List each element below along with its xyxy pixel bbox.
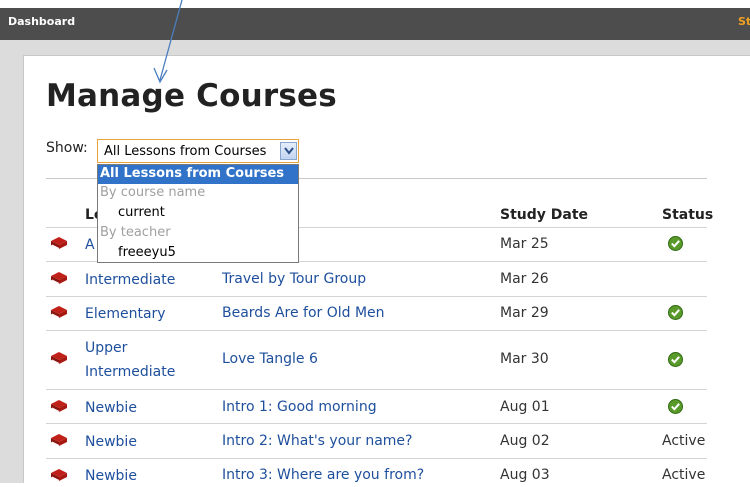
column-header-status[interactable]: Status — [662, 207, 713, 223]
show-select[interactable]: All Lessons from Courses — [97, 139, 299, 163]
row-lesson-link[interactable]: Beards Are for Old Men — [222, 305, 385, 321]
row-study-date: Mar 30 — [500, 351, 549, 367]
check-icon — [668, 399, 683, 414]
row-status-text: Active — [662, 433, 706, 449]
row-study-date: Aug 02 — [500, 433, 550, 449]
row-divider — [46, 296, 707, 297]
row-lesson-link[interactable]: Intro 1: Good morning — [222, 399, 377, 415]
check-icon — [668, 352, 683, 367]
book-icon — [51, 272, 67, 284]
row-level-link[interactable]: Newbie — [85, 397, 137, 419]
row-lesson-link[interactable]: Intro 3: Where are you from? — [222, 467, 424, 483]
row-divider — [46, 423, 707, 424]
dropdown-group-by-teacher: By teacher — [100, 225, 171, 240]
row-divider — [46, 389, 707, 390]
book-icon — [51, 306, 67, 318]
row-level-link[interactable]: Intermediate — [85, 269, 175, 291]
check-icon — [668, 305, 683, 320]
row-study-date: Aug 01 — [500, 399, 550, 415]
row-study-date: Mar 26 — [500, 271, 549, 287]
row-level-link[interactable]: Newbie — [85, 431, 137, 453]
row-status-text: Active — [662, 467, 706, 483]
row-study-date: Mar 25 — [500, 236, 549, 252]
book-icon — [51, 469, 67, 481]
row-lesson-link[interactable]: Travel by Tour Group — [222, 271, 366, 287]
top-right-link[interactable]: St — [738, 15, 750, 28]
show-select-dropdown: All Lessons from Courses By course name … — [97, 164, 299, 263]
book-icon — [51, 400, 67, 412]
row-level-link[interactable]: A — [85, 234, 95, 256]
row-level-link[interactable]: Elementary — [85, 303, 166, 325]
dropdown-option-current[interactable]: current — [98, 204, 298, 223]
dropdown-group-by-course-name: By course name — [100, 185, 206, 200]
book-icon — [51, 434, 67, 446]
page-title: Manage Courses — [46, 78, 337, 114]
show-select-value: All Lessons from Courses — [104, 144, 267, 159]
book-icon — [51, 352, 67, 364]
dropdown-option-freeeyu5[interactable]: freeeyu5 — [98, 244, 298, 263]
chevron-down-icon[interactable] — [280, 142, 297, 160]
row-level-link[interactable]: Upper — [85, 337, 127, 359]
row-level-link-line2[interactable]: Intermediate — [85, 361, 175, 383]
show-label: Show: — [46, 140, 88, 156]
dashboard-link[interactable]: Dashboard — [8, 15, 75, 28]
row-study-date: Mar 29 — [500, 305, 549, 321]
row-divider — [46, 458, 707, 459]
book-icon — [51, 237, 67, 249]
check-icon — [668, 236, 683, 251]
row-level-link[interactable]: Newbie — [85, 465, 137, 487]
top-bar: Dashboard St — [0, 8, 750, 40]
row-lesson-link[interactable]: Love Tangle 6 — [222, 351, 318, 367]
column-header-study-date[interactable]: Study Date — [500, 207, 588, 223]
row-divider — [46, 330, 707, 331]
row-study-date: Aug 03 — [500, 467, 550, 483]
top-gap — [0, 0, 750, 8]
dropdown-option-all-lessons[interactable]: All Lessons from Courses — [98, 165, 298, 184]
row-lesson-link[interactable]: Intro 2: What's your name? — [222, 433, 412, 449]
